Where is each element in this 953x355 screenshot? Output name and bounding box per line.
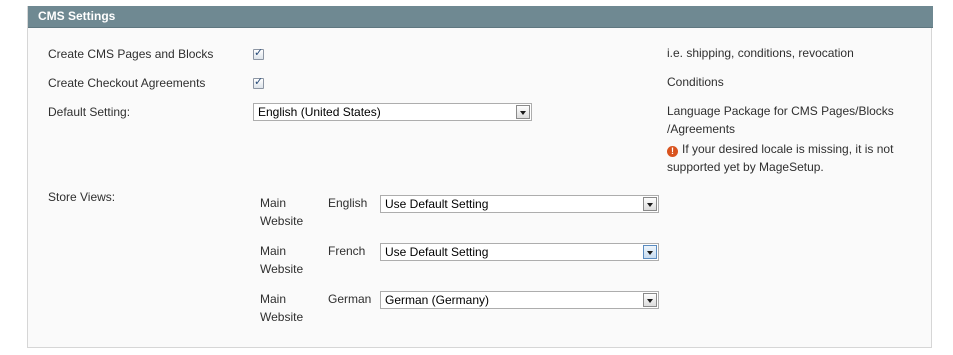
chevron-down-icon (643, 245, 657, 259)
locale-warning: ! If your desired locale is missing, it i… (667, 140, 894, 158)
cms-pages-checkbox[interactable]: ✓ (253, 47, 264, 60)
store-view-website: Main Website (260, 290, 320, 326)
store-view-select-english[interactable]: Use Default Setting (380, 195, 659, 213)
store-view-language: English (328, 196, 368, 210)
store-views-label: Store Views: (48, 190, 116, 204)
website-name-line2: Website (260, 262, 304, 276)
chevron-down-icon (643, 197, 657, 211)
store-view-website: Main Website (260, 242, 320, 278)
check-icon: ✓ (254, 76, 264, 88)
locale-warning-line1: If your desired locale is missing, it is… (682, 142, 894, 156)
store-view-select-german[interactable]: German (Germany) (380, 291, 659, 309)
error-icon: ! (667, 146, 678, 157)
website-name-line1: Main (260, 244, 287, 258)
website-name-line2: Website (260, 214, 304, 228)
store-view-value: Use Default Setting (385, 197, 489, 211)
locale-warning-line2: supported yet by MageSetup. (667, 160, 824, 174)
default-setting-value: English (United States) (258, 105, 381, 119)
default-setting-note-line2: /Agreements (667, 122, 736, 136)
checkout-agreements-label: Create Checkout Agreements (48, 76, 206, 90)
store-view-website: Main Website (260, 194, 320, 230)
website-name-line1: Main (260, 292, 287, 306)
cms-pages-label: Create CMS Pages and Blocks (48, 47, 214, 61)
cms-pages-note: i.e. shipping, conditions, revocation (667, 46, 854, 60)
store-view-language: German (328, 292, 372, 306)
checkout-agreements-checkbox[interactable]: ✓ (253, 76, 264, 89)
chevron-down-icon (516, 105, 530, 119)
checkout-agreements-note: Conditions (667, 75, 724, 89)
website-name-line2: Website (260, 310, 304, 324)
default-setting-note: Language Package for CMS Pages/Blocks /A… (667, 102, 894, 176)
store-view-value: German (Germany) (385, 293, 490, 307)
default-setting-label: Default Setting: (48, 105, 131, 119)
store-view-value: Use Default Setting (385, 245, 489, 259)
store-view-select-french[interactable]: Use Default Setting (380, 243, 659, 261)
default-setting-select[interactable]: English (United States) (253, 103, 532, 121)
website-name-line1: Main (260, 196, 287, 210)
check-icon: ✓ (254, 47, 264, 59)
chevron-down-icon (643, 293, 657, 307)
store-view-language: French (328, 244, 366, 258)
section-title: CMS Settings (28, 6, 933, 28)
default-setting-note-line1: Language Package for CMS Pages/Blocks (667, 104, 894, 118)
